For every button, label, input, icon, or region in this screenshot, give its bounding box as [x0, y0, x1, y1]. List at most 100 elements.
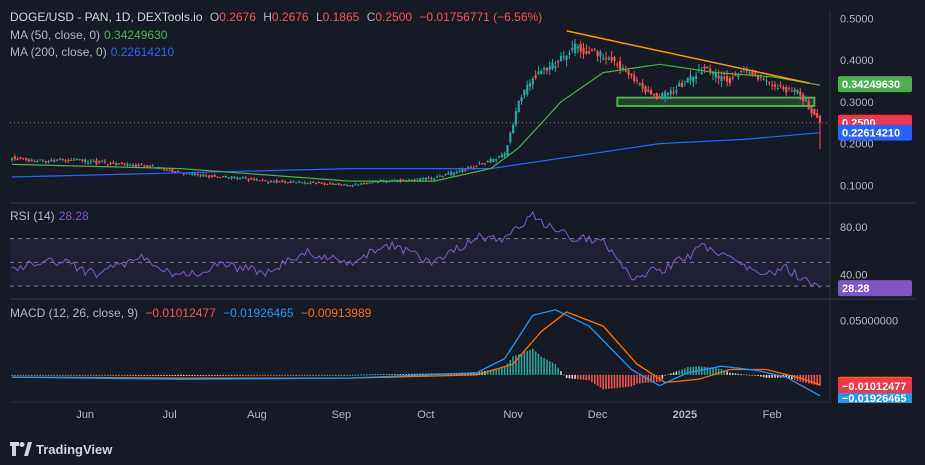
macd-histogram-bar [639, 374, 641, 384]
candle-body [537, 71, 540, 74]
candle-body [686, 78, 689, 83]
macd-histogram-bar [754, 374, 757, 376]
macd-histogram-bar [534, 351, 537, 375]
macd-histogram-bar [104, 374, 106, 376]
rsi-label: RSI (14) [10, 209, 55, 223]
price-tick-label: 0.3000 [840, 97, 874, 109]
candle-body [461, 169, 464, 172]
candle-body [523, 89, 526, 96]
candle-body [30, 159, 33, 161]
candle-body [740, 71, 743, 73]
candle-body [450, 172, 453, 175]
candle-body [193, 173, 197, 176]
macd-histogram-bar [36, 374, 39, 376]
candle-body [700, 72, 703, 74]
candle-body [596, 51, 599, 57]
candle-body [641, 82, 644, 89]
candle-body [250, 178, 253, 180]
candle-body [489, 159, 492, 163]
macd-histogram-bar [106, 374, 109, 376]
candle-body [723, 77, 726, 79]
macd-signal-value: −0.00913989 [300, 306, 372, 320]
macd-histogram-bar [185, 374, 188, 376]
candle-body [492, 159, 495, 162]
candle-body [438, 175, 442, 177]
macd-histogram-bar [681, 369, 683, 375]
candle-body [751, 72, 754, 75]
macd-histogram-bar [630, 374, 633, 387]
macd-histogram-bar [624, 374, 627, 388]
candle-body [272, 181, 275, 183]
macd-histogram-bar [520, 353, 523, 375]
candle-body [796, 89, 799, 93]
candle-body [112, 162, 115, 164]
candle-body [573, 43, 577, 53]
macd-histogram-bar [135, 374, 137, 376]
candle-body [365, 183, 368, 185]
macd-histogram-bar [644, 374, 647, 383]
candle-body [804, 99, 808, 101]
candle-body [174, 171, 177, 173]
macd-histogram-bar [39, 374, 41, 376]
macd-histogram-bar [394, 374, 396, 375]
macd-histogram-bar [16, 374, 19, 376]
candle-body [357, 184, 360, 186]
macd-histogram-bar [574, 374, 576, 379]
macd-histogram-bar [554, 364, 557, 375]
candle-body [148, 165, 152, 168]
macd-histogram-bar [692, 366, 695, 375]
candle-body [233, 177, 236, 179]
macd-histogram-bar [247, 374, 250, 376]
macd-histogram-bar [115, 374, 117, 376]
candle-body [619, 61, 622, 70]
candle-body [455, 171, 458, 173]
candle-body [813, 108, 816, 116]
candle-body [602, 58, 605, 60]
macd-histogram-bar [388, 374, 391, 375]
macd-histogram-bar [261, 374, 264, 376]
macd-histogram-bar [59, 374, 61, 376]
candle-body [427, 177, 430, 179]
candle-body [672, 92, 675, 94]
candle-body [24, 158, 28, 160]
open-label: O [209, 10, 220, 24]
macd-histogram-bar [619, 374, 621, 388]
candle-body [61, 158, 64, 160]
candle-body [188, 173, 191, 175]
candle-body [241, 177, 244, 179]
macd-histogram-bar [199, 374, 202, 376]
macd-histogram-bar [762, 374, 765, 378]
macd-histogram-bar [633, 374, 635, 386]
macd-histogram-bar [64, 374, 67, 376]
candle-body [675, 90, 678, 93]
macd-histogram-bar [253, 374, 255, 376]
macd-histogram-bar [636, 374, 638, 384]
candle-body [444, 173, 447, 175]
legend-row-macd: MACD (12, 26, close, 9) −0.01012477 −0.0… [10, 306, 375, 320]
macd-histogram-bar [219, 374, 222, 376]
macd-histogram-bar [746, 374, 748, 376]
macd-histogram-bar [109, 374, 112, 376]
macd-histogram-bar [608, 374, 610, 389]
macd-histogram-bar [67, 374, 70, 376]
time-tick-label: Aug [247, 409, 267, 421]
candle-body [680, 82, 684, 88]
macd-histogram-bar [284, 374, 286, 376]
macd-histogram-bar [44, 374, 47, 376]
candle-body [295, 182, 298, 184]
chart-canvas[interactable]: 0.10000.20000.30000.40000.50000.34249630… [10, 10, 915, 438]
candle-body [168, 170, 171, 172]
candle-body [762, 78, 765, 80]
candle-body [689, 75, 692, 81]
candle-body [816, 112, 819, 118]
macd-histogram-bar [365, 374, 368, 376]
time-tick-label: Jul [163, 409, 177, 421]
candle-body [33, 161, 36, 163]
macd-histogram-bar [664, 374, 666, 376]
candle-body [22, 158, 25, 160]
candle-body [171, 169, 174, 172]
legend-row-rsi: RSI (14) 28.28 [10, 209, 93, 223]
macd-histogram-bar [498, 368, 500, 375]
candle-body [300, 182, 304, 184]
macd-histogram-bar [337, 374, 340, 376]
